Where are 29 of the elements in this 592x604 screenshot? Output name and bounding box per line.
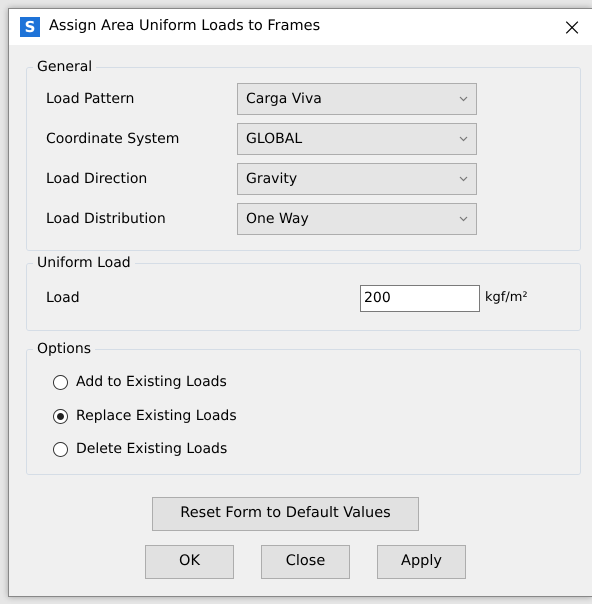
field-label: Load Pattern: [45, 90, 136, 108]
radio-label: Add to Existing Loads: [76, 373, 227, 392]
radio-button[interactable]: [53, 408, 68, 424]
radio-label: Delete Existing Loads: [76, 440, 228, 460]
field-label: Coordinate System: [45, 130, 180, 148]
dropdown[interactable]: Carga Viva: [237, 83, 477, 115]
group-title: Options: [33, 340, 96, 358]
chevron-down-icon: [459, 136, 468, 142]
field-label: Load Direction: [45, 170, 148, 188]
dialog-button[interactable]: Apply: [377, 545, 466, 579]
unit-label: kgf/m²: [485, 289, 528, 308]
app-icon: S: [20, 17, 40, 37]
dropdown[interactable]: GLOBAL: [237, 123, 477, 155]
field-label: Load: [45, 288, 81, 308]
chevron-down-icon: [459, 176, 468, 182]
field-label: Load Distribution: [45, 210, 167, 228]
radio-button[interactable]: [53, 442, 68, 458]
dialog-button[interactable]: Close: [261, 545, 350, 579]
window-title: Assign Area Uniform Loads to Frames: [49, 17, 322, 36]
load-input[interactable]: 200: [360, 284, 480, 312]
radio-label: Replace Existing Loads: [76, 406, 237, 426]
reset-button[interactable]: Reset Form to Default Values: [152, 497, 419, 531]
close-button[interactable]: ×: [552, 9, 592, 45]
radio-button[interactable]: [53, 375, 68, 390]
dropdown[interactable]: One Way: [237, 203, 477, 235]
chevron-down-icon: [459, 96, 468, 102]
dropdown[interactable]: Gravity: [237, 163, 477, 195]
dialog-button[interactable]: OK: [145, 545, 234, 579]
chevron-down-icon: [459, 216, 468, 222]
